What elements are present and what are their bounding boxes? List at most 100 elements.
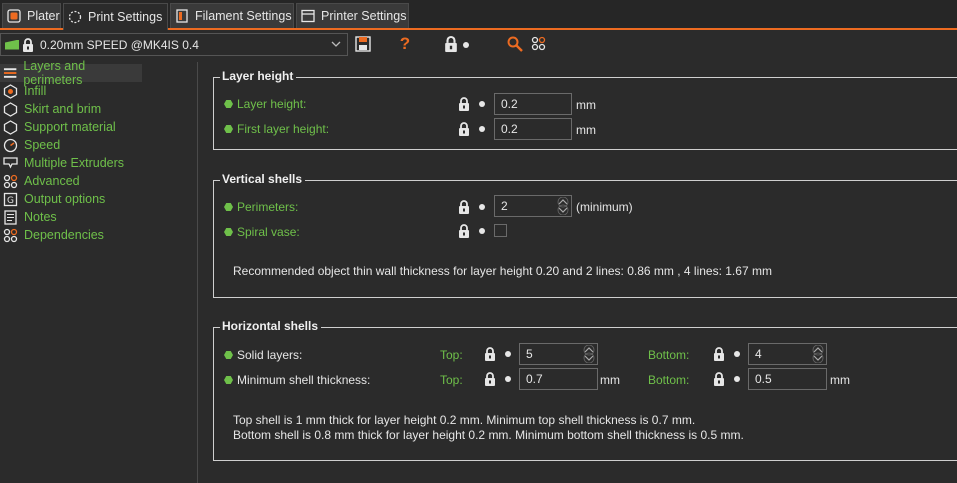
bottom-shell-note: Bottom shell is 0.8 mm thick for layer h… [233,428,744,442]
spiral-vase-label: Spiral vase: [224,225,300,239]
sidebar-item-label: Speed [24,138,61,152]
speed-icon [3,138,18,152]
min-bottom-unit: mm [830,373,850,387]
sidebar-item-output-options[interactable]: G Output options [0,190,105,208]
solid-bottom-stepper[interactable]: 4 [748,343,827,365]
sidebar-item-label: Skirt and brim [24,102,102,116]
perimeters-label-text: Perimeters: [237,200,299,214]
group-title-horizontal-shells: Horizontal shells [220,319,322,333]
save-preset-icon[interactable] [354,35,372,53]
bullet-icon[interactable] [734,351,740,357]
solid-top-label: Top: [440,348,463,362]
print-settings-icon [68,10,82,24]
min-top-label: Top: [440,373,463,387]
layers-icon [3,67,17,78]
lock-legend-icon[interactable] [444,35,458,53]
spiral-vase-lock[interactable] [458,224,485,238]
min-bottom-lock[interactable] [713,372,740,386]
svg-text:G: G [7,196,14,206]
lock-icon[interactable] [458,122,470,136]
first-layer-height-input[interactable]: 0.2 [494,118,572,140]
min-top-input[interactable]: 0.7 [519,368,598,390]
sidebar-item-label: Dependencies [24,228,104,242]
simple-mode-icon [224,350,233,360]
spin-arrows-icon[interactable] [583,345,595,363]
sidebar-item-label: Advanced [24,174,80,188]
min-shell-thickness-label-text: Minimum shell thickness: [237,373,371,387]
min-top-lock[interactable] [484,372,511,386]
preset-name: 0.20mm SPEED @MK4IS 0.4 [40,37,199,52]
vertical-shells-group: Vertical shells [213,172,957,298]
infill-icon [3,83,18,99]
spiral-vase-label-text: Spiral vase: [237,225,300,239]
layer-height-lock[interactable] [458,97,485,111]
tab-filament-settings[interactable]: Filament Settings [170,3,294,28]
sidebar-item-advanced[interactable]: Advanced [0,172,80,190]
perimeters-stepper[interactable]: 2 [494,195,572,217]
perimeters-suffix: (minimum) [576,200,633,214]
bullet-icon[interactable] [479,204,485,210]
min-shell-thickness-label: Minimum shell thickness: [224,373,370,387]
solid-bottom-lock[interactable] [713,347,740,361]
notes-icon [4,209,17,225]
sidebar-item-support-material[interactable]: Support material [0,118,116,136]
sidebar-item-label: Multiple Extruders [24,156,125,170]
tab-printer-settings-label: Printer Settings [321,9,407,23]
solid-top-lock[interactable] [484,347,511,361]
solid-top-value: 5 [526,347,533,361]
lock-icon[interactable] [458,224,470,238]
bullet-icon[interactable] [479,228,485,234]
min-bottom-input[interactable]: 0.5 [748,368,827,390]
spiral-vase-checkbox[interactable] [494,224,507,237]
filament-icon [176,9,188,23]
solid-bottom-label: Bottom: [648,348,690,362]
lock-icon[interactable] [458,200,470,214]
layer-height-label-text: Layer height: [237,97,307,111]
preset-select[interactable]: 0.20mm SPEED @MK4IS 0.4 [0,33,348,56]
simple-mode-icon [224,375,233,385]
bullet-icon[interactable] [479,101,485,107]
solid-top-stepper[interactable]: 5 [519,343,598,365]
lock-icon[interactable] [484,347,496,361]
sidebar-item-label: Support material [24,120,116,134]
help-icon[interactable]: ? [396,34,414,53]
sidebar-item-notes[interactable]: Notes [0,208,57,226]
settings-sidebar: Layers and perimeters Infill Skirt and b… [0,59,198,483]
sidebar-item-layers-and-perimeters[interactable]: Layers and perimeters [0,59,142,87]
perimeters-lock[interactable] [458,200,485,214]
tab-print-settings[interactable]: Print Settings [63,3,168,30]
sidebar-item-speed[interactable]: Speed [0,136,60,154]
perimeters-label: Perimeters: [224,200,298,214]
simple-mode-icon [224,202,233,212]
simple-mode-icon [224,124,233,134]
bullet-legend-icon[interactable] [462,35,470,53]
printer-icon [301,9,315,23]
lock-icon[interactable] [458,97,470,111]
dependencies-icon [3,228,18,242]
lock-icon[interactable] [484,372,496,386]
sidebar-item-dependencies[interactable]: Dependencies [0,226,104,244]
tab-printer-settings[interactable]: Printer Settings [296,3,409,28]
sidebar-item-skirt-and-brim[interactable]: Skirt and brim [0,100,101,118]
first-layer-height-lock[interactable] [458,122,485,136]
sidebar-item-infill[interactable]: Infill [0,82,46,100]
bullet-icon[interactable] [734,376,740,382]
group-title-layer-height: Layer height [220,69,297,83]
layer-height-input[interactable]: 0.2 [494,93,572,115]
search-icon[interactable] [506,35,524,53]
lock-icon[interactable] [713,372,725,386]
bullet-icon[interactable] [479,126,485,132]
lock-icon[interactable] [713,347,725,361]
first-layer-height-unit: mm [576,123,596,137]
bullet-icon[interactable] [505,351,511,357]
min-top-unit: mm [600,373,620,387]
simple-mode-icon [224,99,233,109]
spin-arrows-icon[interactable] [557,197,569,215]
compare-presets-icon[interactable] [530,35,548,53]
solid-layers-label: Solid layers: [224,348,302,362]
sidebar-item-multiple-extruders[interactable]: Multiple Extruders [0,154,124,172]
spin-arrows-icon[interactable] [812,345,824,363]
tab-plater[interactable]: Plater [2,3,61,28]
bullet-icon[interactable] [505,376,511,382]
first-layer-height-label: First layer height: [224,122,329,136]
